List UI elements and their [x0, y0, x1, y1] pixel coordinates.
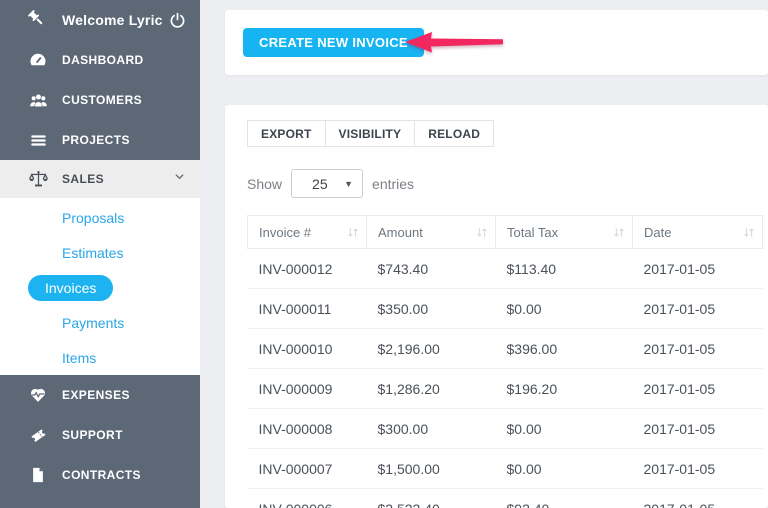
sort-icon	[476, 226, 488, 241]
submenu-item-items[interactable]: Items	[0, 340, 200, 375]
sidebar-item-label: EXPENSES	[62, 388, 130, 402]
welcome-title: Welcome Lyric	[62, 12, 163, 28]
submenu-item-payments[interactable]: Payments	[0, 305, 200, 340]
gavel-icon	[26, 8, 46, 33]
invoice-link[interactable]: INV-000006	[247, 488, 367, 508]
sidebar-item-label: DASHBOARD	[62, 53, 144, 67]
date-cell: 2017-01-05	[632, 288, 763, 329]
export-button[interactable]: EXPORT	[247, 120, 326, 147]
date-cell: 2017-01-05	[632, 368, 763, 409]
sidebar-item-dashboard[interactable]: DASHBOARD	[0, 40, 200, 80]
sidebar: Welcome Lyric DASHBOARD CUSTOMERS PROJEC…	[0, 0, 200, 508]
tax-cell: $0.00	[495, 448, 633, 489]
sidebar-item-contracts[interactable]: CONTRACTS	[0, 455, 200, 495]
tax-cell: $0.00	[495, 288, 633, 329]
active-pill: Invoices	[28, 274, 114, 301]
annotation-arrow	[405, 31, 503, 59]
amount-cell: $2,196.00	[366, 328, 496, 369]
amount-cell: $350.00	[366, 288, 496, 329]
entries-select-value: 25	[312, 175, 328, 192]
date-cell: 2017-01-05	[632, 488, 763, 508]
entries-select[interactable]: 25 ▼	[291, 169, 364, 198]
table-row: INV-000007 $1,500.00 $0.00 2017-01-05	[247, 448, 763, 489]
create-new-invoice-button[interactable]: CREATE NEW INVOICE	[243, 28, 424, 57]
chevron-down-icon	[173, 170, 186, 188]
entries-control: Show 25 ▼ entries	[247, 169, 768, 198]
submenu-item-invoices[interactable]: Invoices	[0, 270, 200, 305]
date-cell: 2017-01-05	[632, 248, 763, 289]
invoice-link[interactable]: INV-000011	[247, 288, 367, 329]
sales-submenu: Proposals Estimates Invoices Payments It…	[0, 198, 200, 375]
sort-icon	[743, 226, 755, 241]
caret-down-icon: ▼	[344, 178, 354, 189]
amount-cell: $743.40	[366, 248, 496, 289]
create-invoice-card: CREATE NEW INVOICE	[225, 10, 768, 75]
sidebar-item-expenses[interactable]: EXPENSES	[0, 375, 200, 415]
amount-cell: $1,286.20	[366, 368, 496, 409]
date-cell: 2017-01-05	[632, 408, 763, 449]
invoice-link[interactable]: INV-000010	[247, 328, 367, 369]
amount-cell: $1,500.00	[366, 448, 496, 489]
invoices-table: Invoice # Amount Total Tax Date INV-0000…	[247, 215, 763, 508]
invoice-link[interactable]: INV-000009	[247, 368, 367, 409]
submenu-item-label: Items	[62, 349, 97, 366]
submenu-item-label: Payments	[62, 314, 125, 331]
table-toolbar: EXPORT VISIBILITY RELOAD	[247, 120, 495, 147]
invoice-link[interactable]: INV-000008	[247, 408, 367, 449]
submenu-item-estimates[interactable]: Estimates	[0, 235, 200, 270]
table-row: INV-000011 $350.00 $0.00 2017-01-05	[247, 288, 763, 329]
tax-cell: $113.40	[495, 248, 633, 289]
amount-cell: $2,522.40	[366, 488, 496, 508]
table-row: INV-000009 $1,286.20 $196.20 2017-01-05	[247, 368, 763, 409]
date-cell: 2017-01-05	[632, 328, 763, 369]
projects-icon	[26, 131, 50, 150]
sort-icon	[347, 226, 359, 241]
column-header-amount[interactable]: Amount	[366, 215, 496, 249]
invoice-link[interactable]: INV-000012	[247, 248, 367, 289]
amount-cell: $300.00	[366, 408, 496, 449]
submenu-item-proposals[interactable]: Proposals	[0, 200, 200, 235]
table-header-row: Invoice # Amount Total Tax Date	[247, 215, 763, 249]
sidebar-item-projects[interactable]: PROJECTS	[0, 120, 200, 160]
tax-cell: $92.40	[495, 488, 633, 508]
column-header-invoice[interactable]: Invoice #	[247, 215, 367, 249]
expenses-icon	[26, 385, 50, 405]
sidebar-item-label: SALES	[62, 172, 105, 186]
sidebar-item-label: SUPPORT	[62, 428, 123, 442]
app-window: Welcome Lyric DASHBOARD CUSTOMERS PROJEC…	[0, 0, 768, 508]
table-row: INV-000010 $2,196.00 $396.00 2017-01-05	[247, 328, 763, 369]
power-icon[interactable]	[169, 12, 186, 29]
sidebar-item-support[interactable]: SUPPORT	[0, 415, 200, 455]
date-cell: 2017-01-05	[632, 448, 763, 489]
submenu-item-label: Proposals	[62, 209, 125, 226]
column-header-date[interactable]: Date	[632, 215, 763, 249]
column-header-total-tax[interactable]: Total Tax	[495, 215, 633, 249]
support-icon	[26, 425, 50, 445]
visibility-button[interactable]: VISIBILITY	[324, 120, 416, 147]
sidebar-item-label: CONTRACTS	[62, 468, 141, 482]
reload-button[interactable]: RELOAD	[414, 120, 495, 147]
submenu-item-label: Estimates	[62, 244, 124, 261]
contracts-icon	[26, 466, 50, 484]
table-row: INV-000006 $2,522.40 $92.40 2017-01-05	[247, 488, 763, 508]
sales-icon	[26, 169, 50, 190]
sort-icon	[613, 226, 625, 241]
dashboard-icon	[26, 50, 50, 70]
tax-cell: $396.00	[495, 328, 633, 369]
sidebar-item-customers[interactable]: CUSTOMERS	[0, 80, 200, 120]
table-row: INV-000012 $743.40 $113.40 2017-01-05	[247, 248, 763, 289]
show-label: Show	[247, 175, 283, 192]
tax-cell: $196.20	[495, 368, 633, 409]
tax-cell: $0.00	[495, 408, 633, 449]
entries-label: entries	[372, 175, 415, 192]
sidebar-item-label: CUSTOMERS	[62, 93, 143, 107]
table-row: INV-000008 $300.00 $0.00 2017-01-05	[247, 408, 763, 449]
invoice-link[interactable]: INV-000007	[247, 448, 367, 489]
customers-icon	[26, 90, 50, 111]
sidebar-item-label: PROJECTS	[62, 133, 130, 147]
sidebar-header: Welcome Lyric	[0, 0, 200, 40]
invoices-table-card: EXPORT VISIBILITY RELOAD Show 25 ▼ entri…	[225, 105, 768, 508]
sidebar-item-sales[interactable]: SALES	[0, 160, 200, 198]
main-content: CREATE NEW INVOICE EXPORT VISIBILITY REL…	[200, 0, 768, 508]
